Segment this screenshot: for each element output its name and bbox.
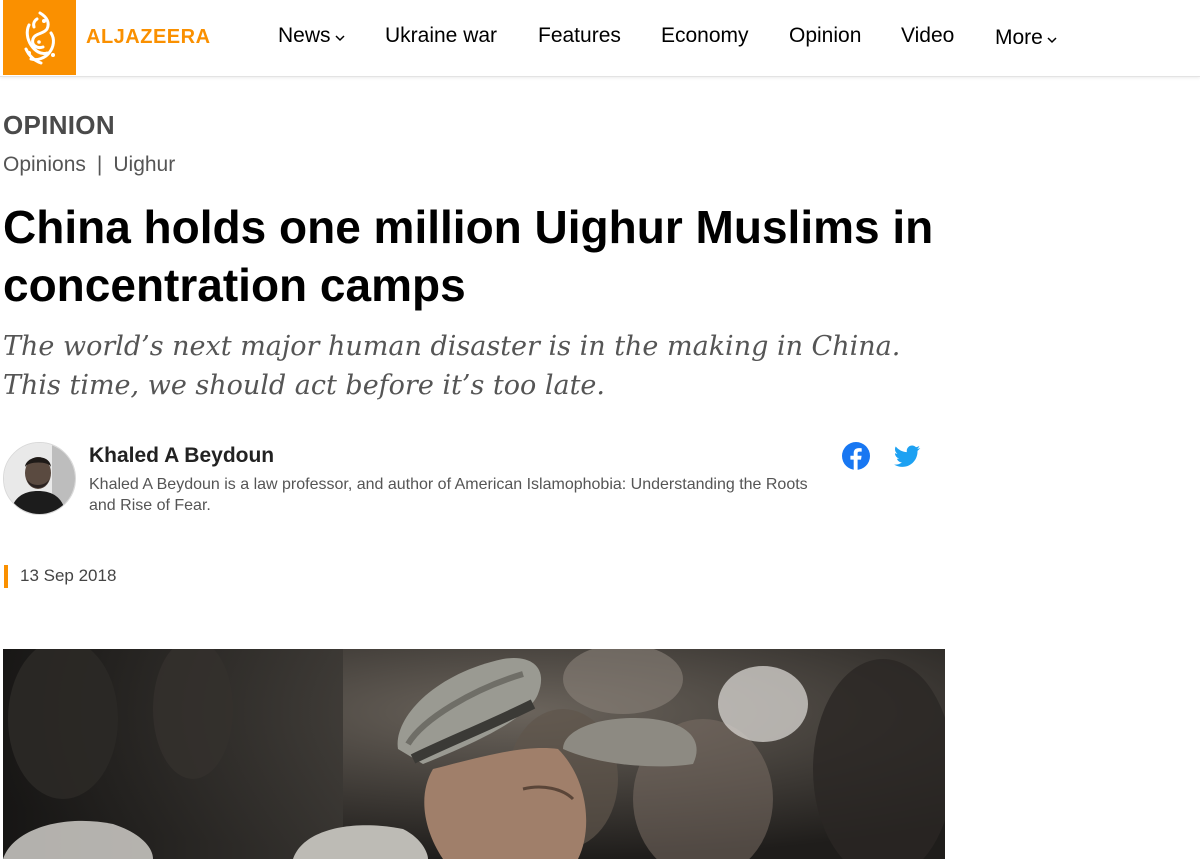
breadcrumb-item-opinions[interactable]: Opinions <box>3 153 86 177</box>
nav-item-label: News <box>278 24 331 47</box>
nav-item-label: More <box>995 26 1043 49</box>
share-facebook-button[interactable] <box>841 441 871 471</box>
site-header: ALJAZEERA News Ukraine war Features Econ… <box>0 0 1200 77</box>
chevron-down-icon <box>334 34 345 41</box>
article-kicker: OPINION <box>3 110 115 140</box>
brand-wordmark: ALJAZEERA <box>86 26 211 48</box>
aljazeera-calligraphy-logo-icon <box>24 11 55 64</box>
nav-item-label: Ukraine war <box>385 24 498 47</box>
article-headline: China holds one million Uighur Muslims i… <box>3 201 934 311</box>
nav-item-label: Opinion <box>789 24 862 47</box>
chevron-down-icon <box>1047 36 1057 43</box>
article-hero-image <box>3 649 945 859</box>
article-date: 13 Sep 2018 <box>20 566 117 585</box>
share-twitter-button[interactable] <box>892 441 922 471</box>
nav-item-video[interactable]: Video <box>901 24 954 48</box>
nav-item-label: Video <box>901 24 955 47</box>
facebook-icon <box>842 442 870 470</box>
aljazeera-logo[interactable] <box>3 0 76 75</box>
date-accent-bar <box>4 565 8 588</box>
author-name[interactable]: Khaled A Beydoun <box>89 444 274 468</box>
breadcrumb-item-uighur[interactable]: Uighur <box>113 153 175 177</box>
nav-item-label: Economy <box>661 24 749 47</box>
nav-item-news[interactable]: News <box>278 24 346 48</box>
nav-item-economy[interactable]: Economy <box>661 24 749 48</box>
breadcrumb-separator: | <box>96 153 103 176</box>
nav-item-features[interactable]: Features <box>538 24 621 48</box>
hero-photo <box>3 649 945 859</box>
breadcrumb: Opinions | Uighur <box>3 153 175 177</box>
nav-item-opinion[interactable]: Opinion <box>789 24 861 48</box>
author-photo <box>4 443 75 514</box>
author-bio: Khaled A Beydoun is a law professor, and… <box>89 476 808 514</box>
twitter-icon <box>894 445 921 467</box>
nav-item-more[interactable]: More <box>995 26 1058 50</box>
nav-item-label: Features <box>538 24 621 47</box>
article-dek: The world’s next major human disaster is… <box>3 331 901 401</box>
author-avatar[interactable] <box>3 442 76 515</box>
nav-item-ukraine-war[interactable]: Ukraine war <box>385 24 497 48</box>
